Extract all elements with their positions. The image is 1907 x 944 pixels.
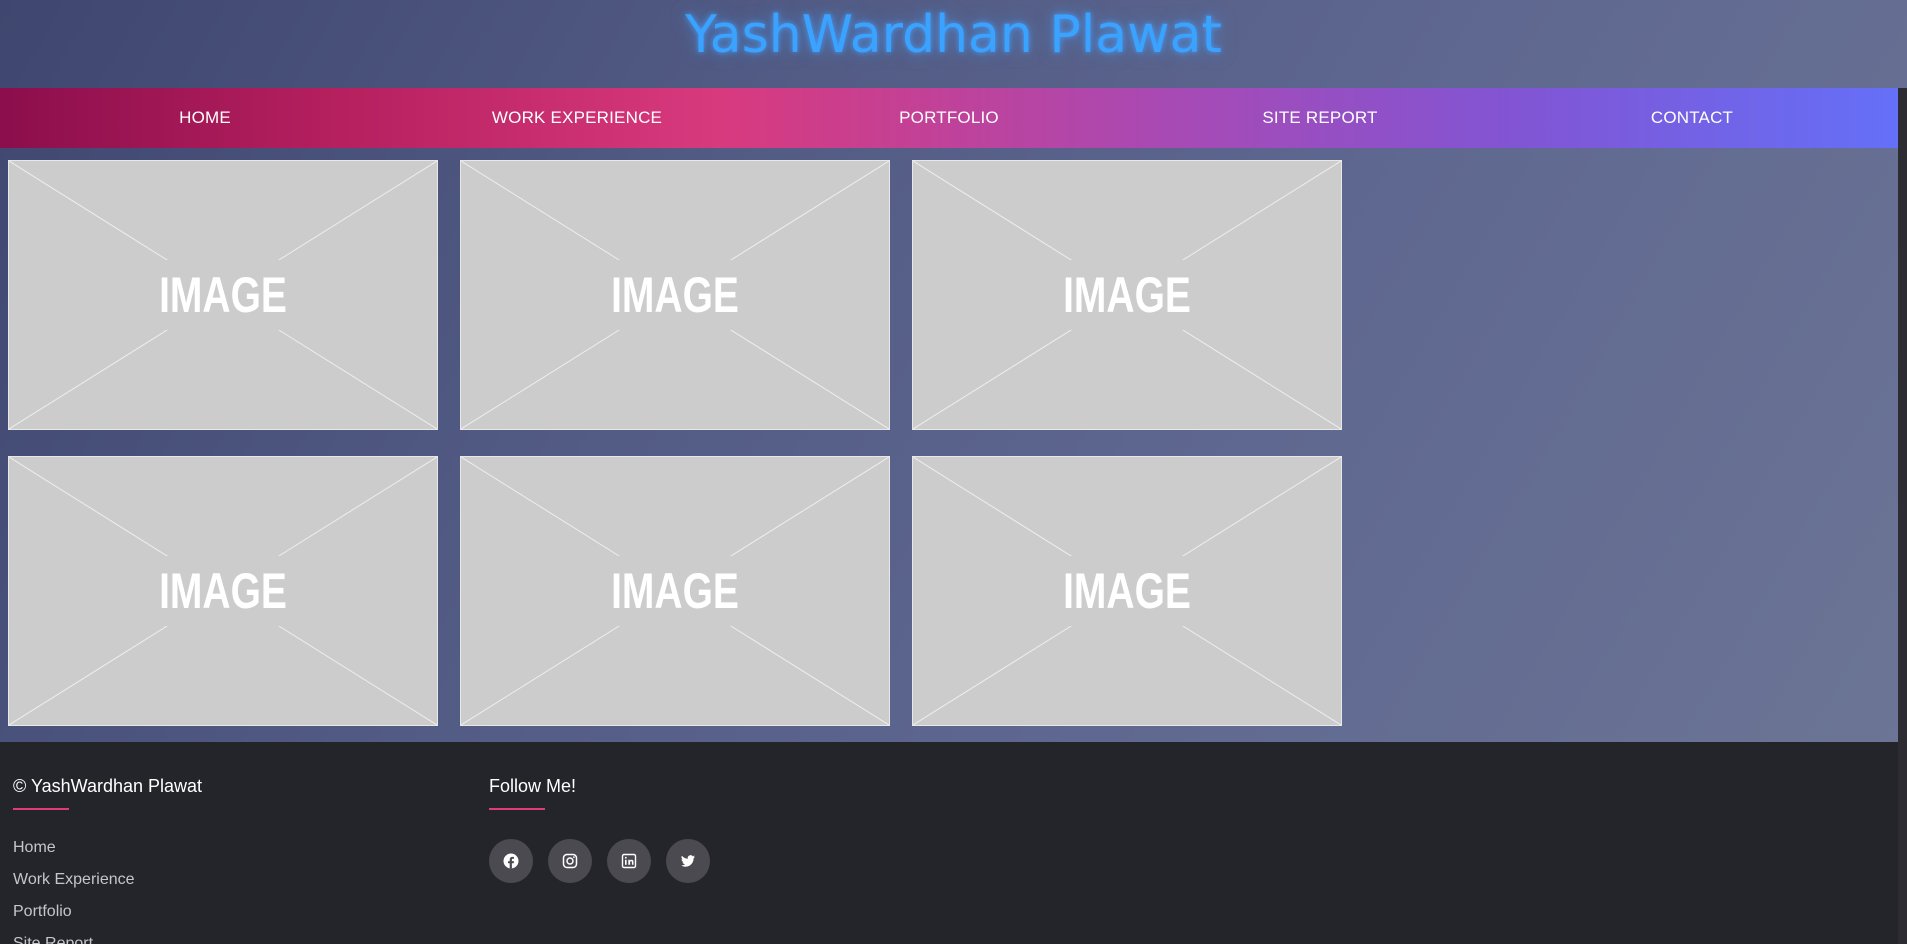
scrollbar-track[interactable] [1898,88,1907,944]
image-placeholder-label: IMAGE [151,556,295,626]
footer-copyright: © YashWardhan Plawat [13,776,203,796]
portfolio-image-tile[interactable]: IMAGE [460,456,890,726]
portfolio-image-tile[interactable]: IMAGE [8,160,438,430]
footer-link-home[interactable]: Home [13,839,56,857]
follow-heading: Follow Me! [489,776,577,796]
nav-portfolio[interactable]: PORTFOLIO [899,88,999,148]
facebook-button[interactable] [489,839,533,883]
footer-link-work-experience[interactable]: Work Experience [13,871,135,889]
instagram-button[interactable] [548,839,592,883]
image-placeholder-label: IMAGE [1055,556,1199,626]
linkedin-icon [621,853,637,869]
image-placeholder-label: IMAGE [151,260,295,330]
nav-work-experience[interactable]: WORK EXPERIENCE [492,88,662,148]
instagram-icon [562,853,578,869]
image-placeholder-label: IMAGE [1055,260,1199,330]
portfolio-image-tile[interactable]: IMAGE [912,456,1342,726]
portfolio-image-tile[interactable]: IMAGE [912,160,1342,430]
page: YashWardhan Plawat HOME WORK EXPERIENCE … [0,0,1907,944]
footer-heading-underline [13,808,69,810]
main-navbar: HOME WORK EXPERIENCE PORTFOLIO SITE REPO… [0,88,1898,148]
nav-contact[interactable]: CONTACT [1651,88,1733,148]
footer: © YashWardhan Plawat Home Work Experienc… [0,742,1898,944]
nav-site-report[interactable]: SITE REPORT [1262,88,1377,148]
twitter-icon [681,855,695,867]
portfolio-image-tile[interactable]: IMAGE [8,456,438,726]
site-title: YashWardhan Plawat [685,5,1222,65]
facebook-icon [503,853,519,869]
footer-link-portfolio[interactable]: Portfolio [13,903,72,921]
follow-heading-underline [489,808,545,810]
twitter-button[interactable] [666,839,710,883]
image-placeholder-label: IMAGE [603,260,747,330]
linkedin-button[interactable] [607,839,651,883]
portfolio-image-tile[interactable]: IMAGE [460,160,890,430]
image-placeholder-label: IMAGE [603,556,747,626]
footer-link-site-report[interactable]: Site Report [13,935,93,944]
nav-home[interactable]: HOME [179,88,231,148]
